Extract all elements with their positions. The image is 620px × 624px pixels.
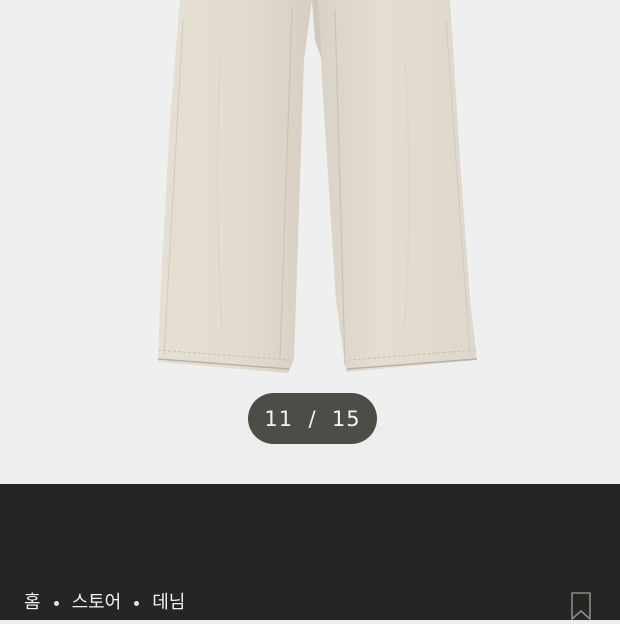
image-counter: 11 / 15 (248, 393, 377, 444)
product-image-gallery[interactable]: 11 / 15 (0, 0, 620, 484)
breadcrumb: 홈 스토어 데님 (24, 589, 185, 613)
pants-right-leg (318, 0, 477, 372)
bookmark-icon (571, 592, 591, 620)
counter-gap-1 (293, 407, 308, 431)
counter-gap-2 (317, 407, 332, 431)
breadcrumb-denim[interactable]: 데님 (152, 588, 185, 614)
breadcrumb-store[interactable]: 스토어 (72, 588, 122, 614)
counter-total: 15 (331, 406, 361, 431)
breadcrumb-separator-dot (134, 600, 140, 606)
breadcrumb-separator-dot (53, 600, 59, 606)
breadcrumb-home[interactable]: 홈 (24, 588, 41, 614)
counter-current: 11 (264, 406, 294, 431)
counter-separator: / (308, 406, 317, 431)
bookmark-button[interactable] (570, 592, 592, 620)
